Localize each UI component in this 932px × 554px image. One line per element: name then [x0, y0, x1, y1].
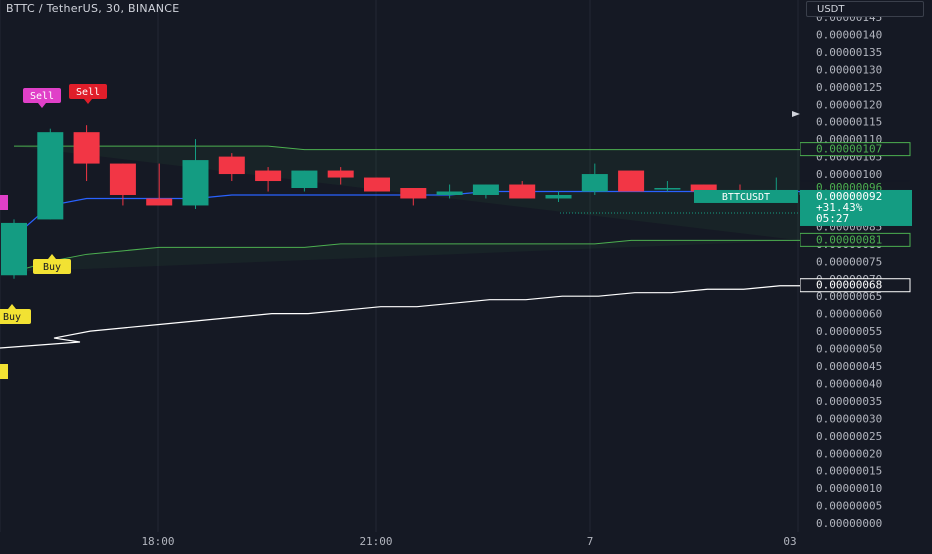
time-tick-label: 7 [587, 535, 594, 548]
currency-selector[interactable]: USDT [806, 1, 924, 17]
sell-signal-label: Sell [69, 84, 107, 104]
signal-label-pointer [84, 99, 92, 104]
signal-label-text: Buy [43, 262, 61, 273]
signal-label-text: Sell [76, 87, 100, 98]
price-tick-label: 0.00000125 [816, 81, 882, 94]
price-tick-label: 0.00000130 [816, 63, 882, 76]
candle-body [255, 171, 281, 181]
price-tick-label: 0.00000000 [816, 517, 882, 530]
buy-signal-label: Buy [0, 304, 31, 324]
candle-body [546, 195, 572, 198]
ema-line [0, 286, 800, 348]
candle-body [183, 160, 209, 205]
price-label-text: 0.00000068 [816, 279, 882, 292]
signal-label-text: Sell [30, 91, 54, 102]
candle-body [582, 174, 608, 191]
chart-pane[interactable]: Sell Sell Buy Buy BTTCUSDT BTTC / TetherUS, … [0, 0, 800, 532]
time-scale-canvas: 18:00 21:00 7 03 [0, 532, 932, 550]
signal-label-pointer [38, 103, 46, 108]
signal-label-pointer [48, 254, 56, 259]
signal-label-pointer [8, 304, 16, 309]
price-tick-label: 0.00000140 [816, 28, 882, 41]
sell-signal-label: Sell [23, 88, 61, 108]
price-tick-label: 0.00000050 [816, 343, 882, 356]
candle-body [328, 171, 354, 178]
candle-body [219, 157, 245, 174]
candle-body [437, 192, 463, 195]
upper-band-price-label: 0.00000107 [800, 143, 910, 156]
candle-body [473, 185, 499, 195]
price-label-text: 0.00000081 [816, 233, 882, 246]
buy-signal-label: Buy [33, 254, 71, 274]
lower-band-price-label: 0.00000081 [800, 233, 910, 246]
buy-signal-label-partial [0, 364, 8, 379]
candle-body [509, 185, 535, 199]
price-scale[interactable]: 0.000001450.000001400.000001350.00000130… [800, 0, 932, 532]
candle-body [618, 171, 644, 192]
symbol-price-tag: BTTCUSDT [694, 190, 798, 203]
price-tick-label: 0.00000015 [816, 465, 882, 478]
candle-body [364, 178, 390, 192]
candle-body [146, 198, 172, 205]
candle-body [291, 171, 317, 188]
signal-label-text: Buy [3, 312, 21, 323]
chart-canvas[interactable]: Sell Sell Buy Buy BTTCUSDT [0, 0, 800, 532]
candle-body [654, 188, 680, 190]
candle-body [37, 132, 63, 219]
ema-price-label: 0.00000068 [800, 279, 910, 292]
price-tick-label: 0.00000010 [816, 482, 882, 495]
price-tick-label: 0.00000030 [816, 412, 882, 425]
symbol-tag-text: BTTCUSDT [722, 192, 770, 203]
price-tick-label: 0.00000060 [816, 308, 882, 321]
current-price-block: 0.00000092+31.43%05:27 [800, 190, 912, 226]
candle-body [110, 164, 136, 195]
time-tick-label: 03 [783, 535, 796, 548]
time-tick-label: 18:00 [141, 535, 174, 548]
symbol-title[interactable]: BTTC / TetherUS, 30, BINANCE [6, 2, 180, 15]
price-tick-label: 0.00000100 [816, 168, 882, 181]
price-tick-label: 0.00000025 [816, 430, 882, 443]
price-tick-label: 0.00000020 [816, 447, 882, 460]
price-label-text: 0.00000107 [816, 143, 882, 156]
current-price-countdown: 05:27 [816, 212, 849, 225]
price-scale-canvas[interactable]: 0.000001450.000001400.000001350.00000130… [800, 0, 932, 532]
price-tick-label: 0.00000075 [816, 255, 882, 268]
candle-body [74, 132, 100, 163]
price-tick-label: 0.00000040 [816, 377, 882, 390]
price-tick-label: 0.00000005 [816, 500, 882, 513]
time-tick-label: 21:00 [359, 535, 392, 548]
candle-body [1, 223, 27, 275]
price-tick-label: 0.00000120 [816, 98, 882, 111]
sell-signal-label-partial [0, 195, 8, 210]
price-tick-label: 0.00000115 [816, 116, 882, 129]
scroll-right-arrow-icon [792, 111, 800, 117]
price-tick-label: 0.00000035 [816, 395, 882, 408]
time-scale[interactable]: 18:00 21:00 7 03 [0, 532, 932, 550]
candle-body [400, 188, 426, 198]
price-tick-label: 0.00000045 [816, 360, 882, 373]
price-tick-label: 0.00000135 [816, 46, 882, 59]
price-tick-label: 0.00000055 [816, 325, 882, 338]
